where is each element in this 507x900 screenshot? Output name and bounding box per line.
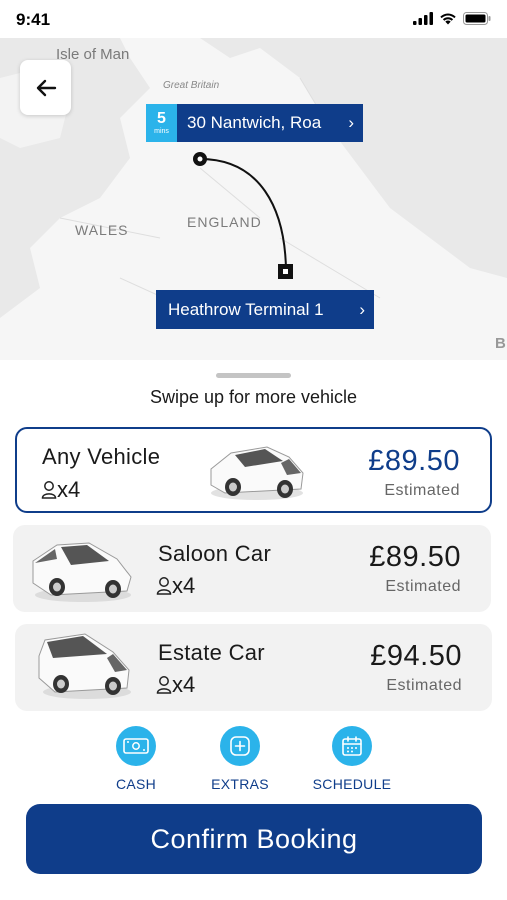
map-label-edge: B — [495, 335, 506, 352]
option-label: EXTRAS — [211, 776, 269, 792]
battery-icon — [463, 12, 491, 25]
vehicle-price: £89.50 — [368, 445, 460, 477]
eta-unit: mins — [154, 127, 169, 135]
payment-cash-option[interactable]: CASH — [86, 726, 186, 792]
dropoff-location-tag[interactable]: Heathrow Terminal 1 › — [156, 290, 374, 329]
vehicle-name: Estate Car — [158, 640, 265, 665]
plus-icon — [220, 726, 260, 766]
wifi-icon — [440, 13, 456, 25]
person-icon — [156, 676, 172, 694]
cellular-signal-icon — [413, 12, 433, 25]
vehicle-price: £89.50 — [369, 541, 461, 573]
vehicle-name: Any Vehicle — [42, 444, 161, 469]
map-label-wales: WALES — [75, 222, 129, 238]
option-label: CASH — [115, 776, 157, 792]
vehicle-price-note: Estimated — [384, 482, 460, 499]
status-icons — [413, 12, 491, 25]
vehicle-option-any[interactable]: Any Vehicle x4 £89.50 Estimated — [15, 427, 492, 513]
extras-option[interactable]: EXTRAS — [190, 726, 290, 792]
chevron-right-icon: › — [359, 299, 365, 319]
status-time: 9:41 — [16, 10, 51, 29]
schedule-option[interactable]: SCHEDULE — [302, 726, 402, 792]
vehicle-price-note: Estimated — [385, 578, 461, 595]
person-icon — [41, 481, 57, 499]
map-label-great-britain: Great Britain — [163, 80, 220, 91]
vehicle-option-estate[interactable]: Estate Car x4 £94.50 Estimated — [15, 624, 492, 711]
option-label: SCHEDULE — [312, 776, 392, 792]
status-bar: 9:41 — [0, 0, 507, 38]
eta-value: 5 — [157, 109, 166, 127]
cash-icon — [116, 726, 156, 766]
calendar-icon — [332, 726, 372, 766]
vehicle-capacity: x4 — [156, 573, 195, 599]
eta-badge: 5 mins — [146, 104, 177, 142]
vehicle-price-note: Estimated — [386, 677, 462, 694]
pickup-location-tag[interactable]: 5 mins 30 Nantwich, Roa › — [146, 104, 363, 142]
pickup-address-text: 30 Nantwich, Roa — [187, 113, 322, 132]
estate-car-image — [38, 633, 131, 699]
chevron-right-icon: › — [348, 113, 354, 132]
vehicle-capacity-value: x4 — [172, 672, 196, 697]
saloon-car-image — [32, 542, 132, 602]
confirm-booking-button[interactable]: Confirm Booking — [26, 804, 482, 874]
sedan-car-image — [210, 446, 304, 500]
vehicle-capacity-value: x4 — [57, 477, 81, 502]
pickup-address: 30 Nantwich, Roa › — [177, 104, 363, 142]
swipe-hint: Swipe up for more vehicle — [149, 387, 358, 407]
vehicle-capacity: x4 — [156, 672, 195, 698]
dropoff-address-text: Heathrow Terminal 1 — [168, 299, 324, 319]
vehicle-option-saloon[interactable]: Saloon Car x4 £89.50 Estimated — [13, 525, 491, 612]
person-icon — [156, 577, 172, 595]
vehicle-capacity: x4 — [41, 477, 80, 503]
vehicle-capacity-value: x4 — [172, 573, 196, 598]
arrow-left-icon — [36, 79, 56, 96]
back-button[interactable] — [20, 60, 71, 115]
sheet-grabber-handle[interactable] — [216, 373, 291, 378]
vehicle-name: Saloon Car — [158, 541, 272, 566]
map-label-england: ENGLAND — [187, 214, 262, 230]
vehicle-price: £94.50 — [370, 640, 462, 672]
